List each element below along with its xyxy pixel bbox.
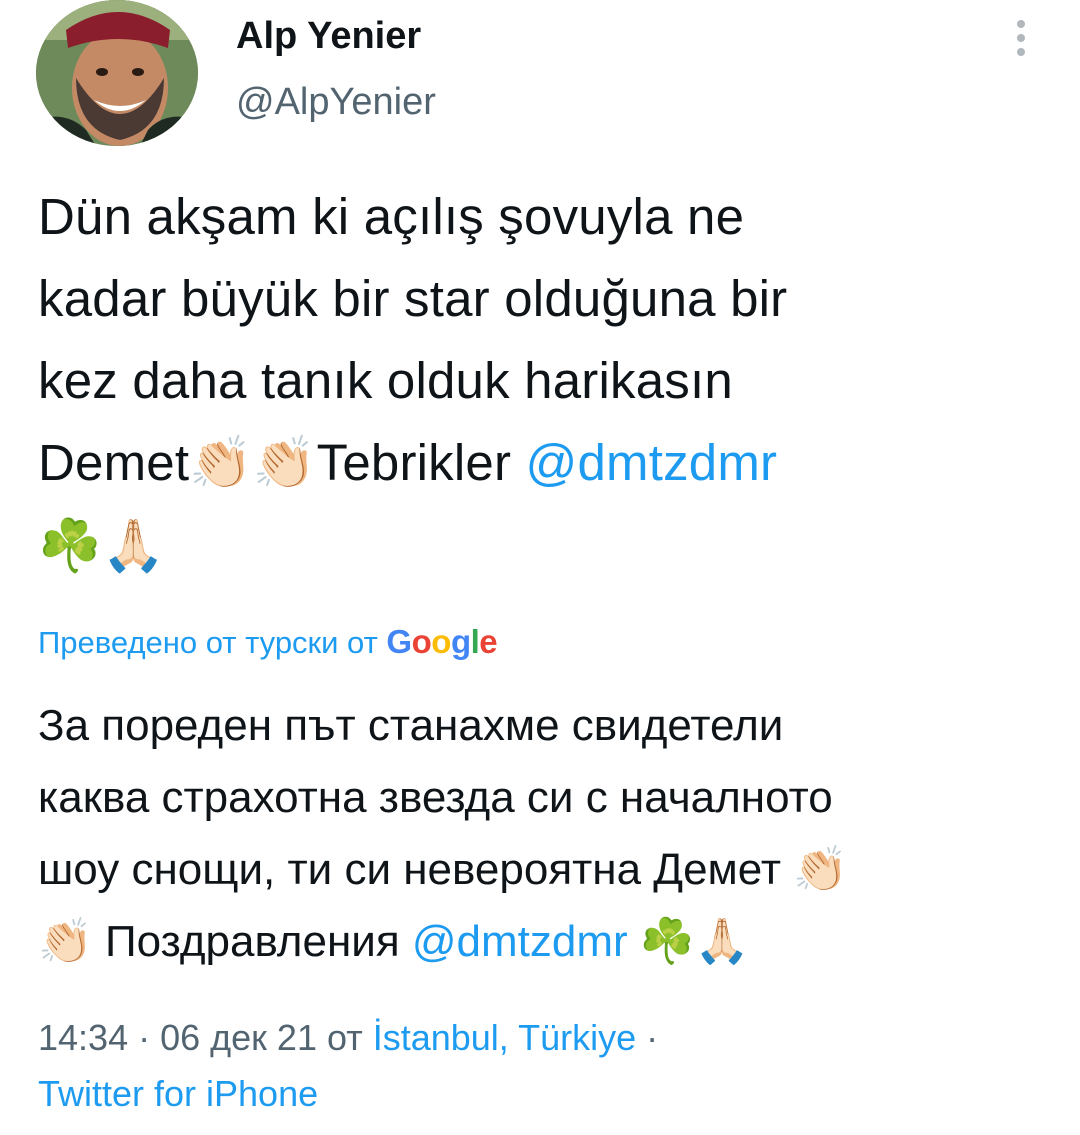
- google-logo: Google: [386, 623, 497, 660]
- mention-link[interactable]: @dmtzdmr: [526, 434, 778, 491]
- clapping-hands-emoji: 👏🏻: [252, 434, 317, 493]
- google-letter: l: [470, 623, 480, 660]
- tweet-location-link[interactable]: İstanbul, Türkiye: [373, 1017, 636, 1058]
- tweet-text: Dün akşam ki açılış şovuyla ne kadar büy…: [38, 176, 1048, 588]
- shamrock-emoji: ☘️: [38, 517, 102, 576]
- author-avatar[interactable]: [36, 0, 198, 146]
- translated-by-label: Преведено от турски от: [38, 625, 387, 660]
- google-letter: o: [411, 623, 432, 660]
- google-letter: e: [479, 623, 498, 660]
- shamrock-emoji: ☘️: [639, 916, 695, 967]
- google-letter: G: [386, 623, 412, 660]
- mention-link[interactable]: @dmtzdmr: [412, 917, 628, 966]
- tweet-line-4-start: Demet: [38, 434, 190, 491]
- more-options-button[interactable]: [1004, 14, 1038, 62]
- more-vertical-icon: [1017, 20, 1025, 28]
- more-dot: [1017, 34, 1025, 42]
- folded-hands-emoji: 🙏🏻: [694, 916, 750, 967]
- tweet-line-2: kadar büyük bir star olduğuna bir: [38, 270, 788, 327]
- folded-hands-emoji: 🙏🏻: [101, 517, 166, 576]
- avatar-photo-icon: [36, 0, 198, 146]
- translation-line-1: За пореден път станахме свидетели: [38, 701, 784, 750]
- separator-dot: ·: [636, 1017, 659, 1058]
- tweet-line-1: Dün akşam ki açılış şovuyla ne: [38, 188, 745, 245]
- from-label: от: [316, 1017, 373, 1058]
- author-display-name[interactable]: Alp Yenier: [236, 12, 421, 60]
- clapping-hands-emoji: 👏🏻: [793, 844, 848, 895]
- translation-line-2: каква страхотна звезда си с началното: [38, 773, 833, 822]
- author-handle[interactable]: @AlpYenier: [236, 78, 436, 126]
- translation-line-4: Поздравления: [92, 917, 412, 966]
- tweet-metadata: 14:34 · 06 дек 21 от İstanbul, Türkiye ·…: [38, 1010, 1048, 1122]
- clapping-hands-emoji: 👏🏻: [189, 434, 253, 493]
- tweet-line-4-mid: Tebrikler: [316, 434, 526, 491]
- translated-tweet-text: За пореден път станахме свидетели каква …: [38, 690, 1048, 978]
- clapping-hands-emoji: 👏🏻: [38, 916, 93, 967]
- separator-dot: ·: [128, 1017, 161, 1058]
- tweet-time[interactable]: 14:34: [38, 1017, 128, 1058]
- google-letter: g: [450, 623, 471, 660]
- more-dot: [1017, 48, 1025, 56]
- tweet-source-link[interactable]: Twitter for iPhone: [38, 1073, 318, 1114]
- tweet-line-3: kez daha tanık olduk harikasın: [38, 352, 733, 409]
- translation-line-3: шоу снощи, ти си невероятна Демет: [38, 845, 794, 894]
- google-letter: o: [431, 623, 451, 660]
- tweet-date[interactable]: 06 дек 21: [160, 1017, 317, 1058]
- tweet-card: Alp Yenier @AlpYenier Dün akşam ki açılı…: [0, 0, 1080, 1135]
- translated-by-link[interactable]: Преведено от турски от Google: [38, 620, 498, 665]
